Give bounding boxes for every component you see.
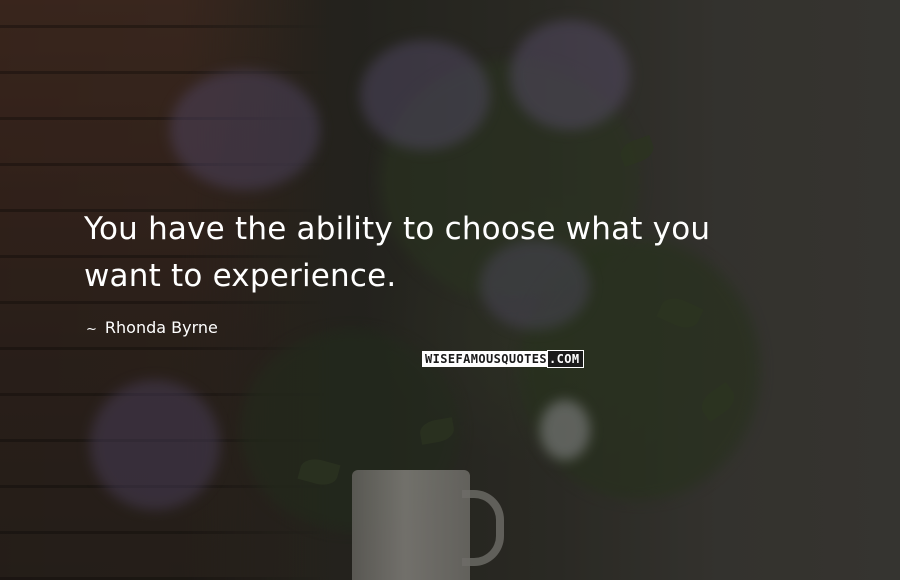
quote-line-1: You have the ability to choose what you (84, 211, 711, 247)
watermark-logo: WISEFAMOUSQUOTES .COM (420, 350, 585, 368)
watermark-main: WISEFAMOUSQUOTES (422, 351, 548, 367)
author-prefix: ~ (86, 322, 97, 337)
author-name: Rhonda Byrne (104, 318, 218, 337)
watermark-suffix: .COM (547, 350, 584, 368)
quote-image: You have the ability to choose what you … (0, 0, 900, 580)
quote-text: You have the ability to choose what you … (84, 206, 884, 300)
quote-author: ~ Rhonda Byrne (86, 318, 218, 337)
quote-line-2: want to experience. (84, 258, 397, 294)
